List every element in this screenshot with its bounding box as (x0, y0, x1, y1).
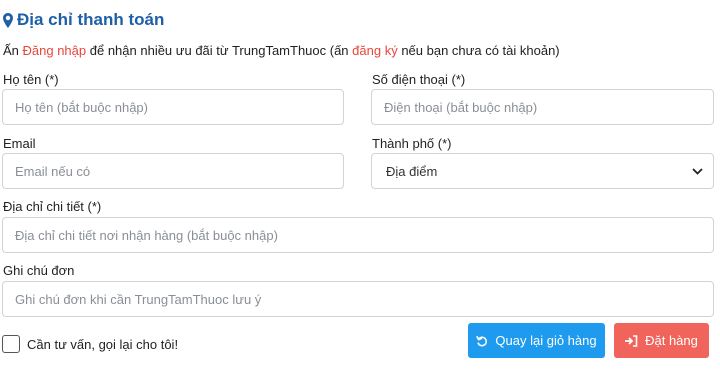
email-input[interactable] (2, 153, 344, 189)
notice-text-2: để nhận nhiều ưu đãi từ TrungTamThuoc (ấ… (86, 43, 353, 58)
name-label: Họ tên (*) (3, 72, 59, 87)
consult-checkbox[interactable] (2, 335, 20, 353)
phone-input[interactable] (371, 89, 714, 125)
undo-icon (476, 335, 488, 347)
note-label: Ghi chú đơn (3, 263, 75, 278)
address-label: Địa chỉ chi tiết (*) (3, 199, 102, 214)
place-order-label: Đặt hàng (645, 333, 698, 348)
note-input[interactable] (2, 281, 714, 317)
login-notice: Ấn Đăng nhập để nhận nhiều ưu đãi từ Tru… (3, 43, 560, 58)
back-to-cart-label: Quay lại giỏ hàng (495, 333, 597, 348)
city-selected-value: Địa điểm (386, 163, 438, 179)
map-marker-icon (3, 12, 13, 28)
city-label: Thành phố (*) (372, 136, 452, 151)
billing-address-form: Địa chỉ thanh toán Ấn Đăng nhập để nhận … (0, 0, 720, 385)
chevron-down-icon (692, 167, 703, 175)
sign-in-icon (625, 334, 638, 347)
consult-label: Cần tư vấn, gọi lại cho tôi! (27, 337, 179, 352)
address-input[interactable] (2, 217, 714, 253)
login-link[interactable]: Đăng nhập (23, 43, 87, 58)
city-select[interactable]: Địa điểm (371, 153, 714, 189)
notice-text-1: Ấn (3, 43, 23, 58)
email-label: Email (3, 136, 36, 151)
section-title: Địa chỉ thanh toán (3, 10, 164, 30)
phone-label: Số điện thoại (*) (372, 72, 466, 87)
section-title-text: Địa chỉ thanh toán (17, 10, 165, 29)
notice-text-3: nếu bạn chưa có tài khoản) (397, 43, 560, 58)
name-input[interactable] (2, 89, 344, 125)
place-order-button[interactable]: Đặt hàng (614, 323, 709, 358)
register-link[interactable]: đăng ký (352, 43, 398, 58)
back-to-cart-button[interactable]: Quay lại giỏ hàng (468, 323, 605, 358)
